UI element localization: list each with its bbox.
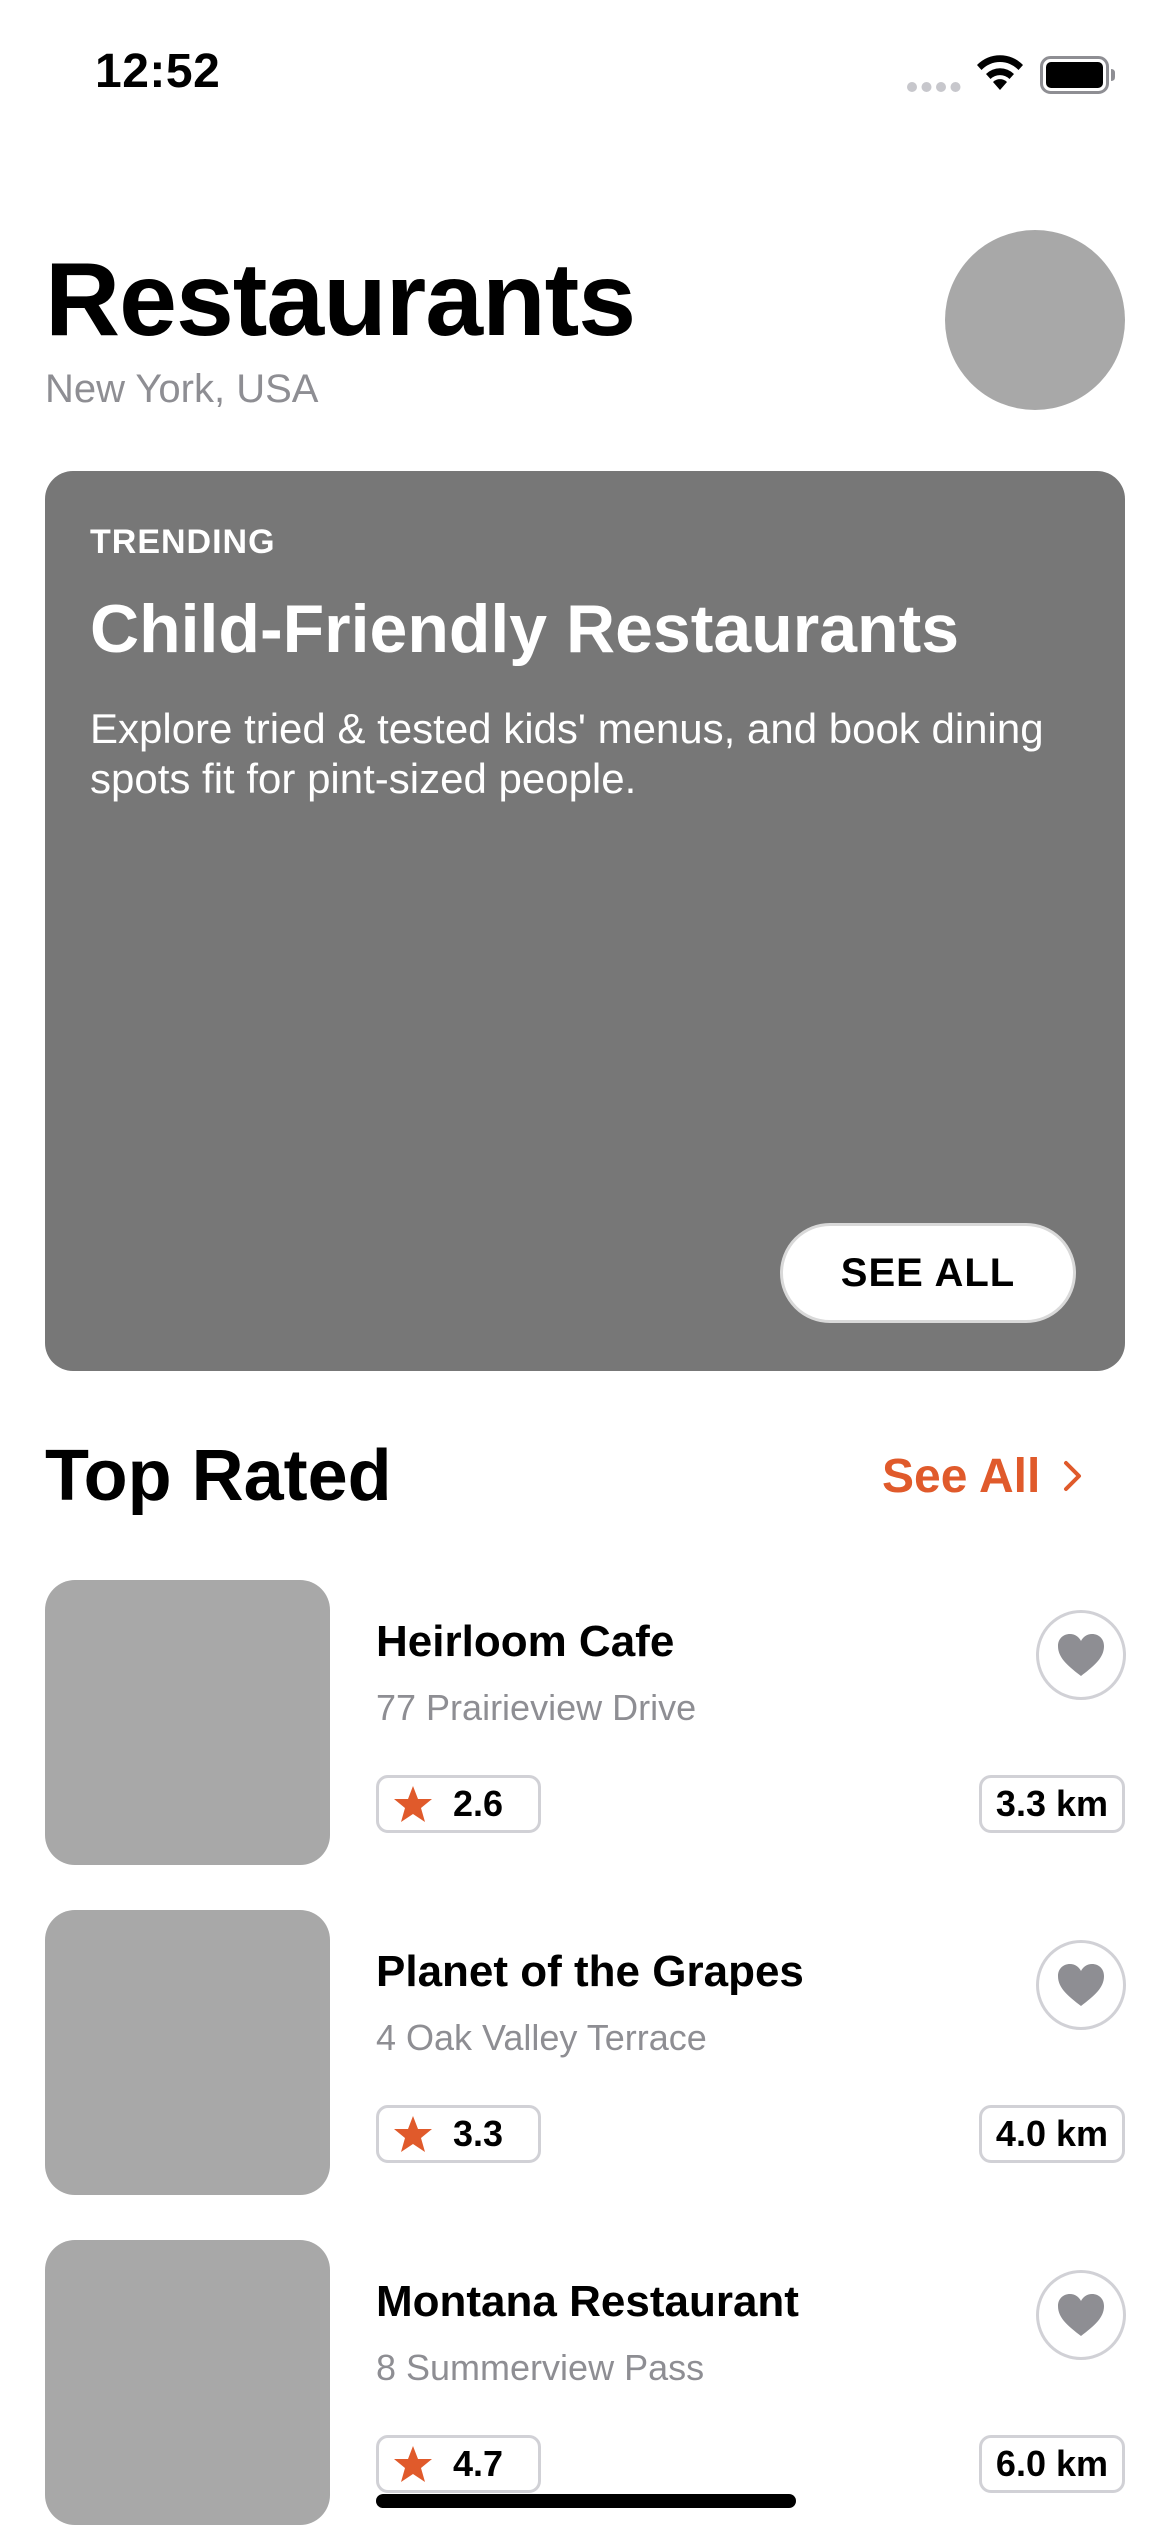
distance-badge: 4.0 km [978,2105,1125,2163]
heart-icon [1058,1634,1104,1676]
restaurant-name: Planet of the Grapes [376,1947,804,1996]
rating-value: 3.3 [453,2113,504,2154]
restaurant-address: 4 Oak Valley Terrace [376,2017,707,2058]
rating-value: 4.7 [453,2443,504,2484]
battery-icon [1040,56,1115,94]
restaurant-name: Heirloom Cafe [376,1617,675,1666]
rating-badge: 4.7 [376,2435,541,2493]
location-subtitle: New York, USA [45,367,319,411]
restaurant-thumbnail [45,1580,330,1865]
status-time: 12:52 [95,45,221,98]
star-icon [394,2116,432,2152]
restaurant-row[interactable]: Heirloom Cafe 77 Prairieview Drive 2.6 3… [0,1580,1170,1865]
see-all-label: See All [882,1449,1041,1503]
profile-avatar[interactable] [945,230,1125,410]
trending-card[interactable]: TRENDING Child-Friendly Restaurants Expl… [45,471,1125,1371]
rating-value: 2.6 [453,1783,504,1824]
rating-badge: 3.3 [376,2105,541,2163]
home-indicator[interactable] [376,2494,796,2508]
cellular-signal-icon [907,82,961,92]
favorite-button[interactable] [1036,2270,1126,2360]
distance-badge: 6.0 km [978,2435,1125,2493]
star-icon [394,1786,432,1822]
star-icon [394,2446,432,2482]
restaurant-row[interactable]: Planet of the Grapes 4 Oak Valley Terrac… [0,1910,1170,2195]
restaurant-name: Montana Restaurant [376,2277,799,2326]
top-rated-title: Top Rated [45,1436,392,1516]
trending-see-all-button[interactable]: SEE ALL [780,1223,1076,1323]
chevron-right-icon [1064,1461,1082,1491]
rating-badge: 2.6 [376,1775,541,1833]
wifi-icon [977,55,1023,90]
status-bar: 12:52 [0,0,1170,150]
top-rated-see-all-link[interactable]: See All [882,1446,1084,1506]
restaurant-row[interactable]: Montana Restaurant 8 Summerview Pass 4.7… [0,2240,1170,2525]
restaurant-address: 77 Prairieview Drive [376,1687,697,1728]
page-title: Restaurants [45,242,636,358]
restaurants-screen: 12:52 Restaurants New York, USA TRENDING… [0,0,1170,2532]
favorite-button[interactable] [1036,1940,1126,2030]
trending-title: Child-Friendly Restaurants [90,591,960,667]
heart-icon [1058,1964,1104,2006]
favorite-button[interactable] [1036,1610,1126,1700]
restaurant-address: 8 Summerview Pass [376,2347,705,2388]
restaurant-thumbnail [45,1910,330,2195]
trending-label: TRENDING [90,523,276,561]
trending-description: Explore tried & tested kids' menus, and … [90,705,1044,802]
distance-badge: 3.3 km [978,1775,1125,1833]
restaurant-thumbnail [45,2240,330,2525]
heart-icon [1058,2294,1104,2336]
